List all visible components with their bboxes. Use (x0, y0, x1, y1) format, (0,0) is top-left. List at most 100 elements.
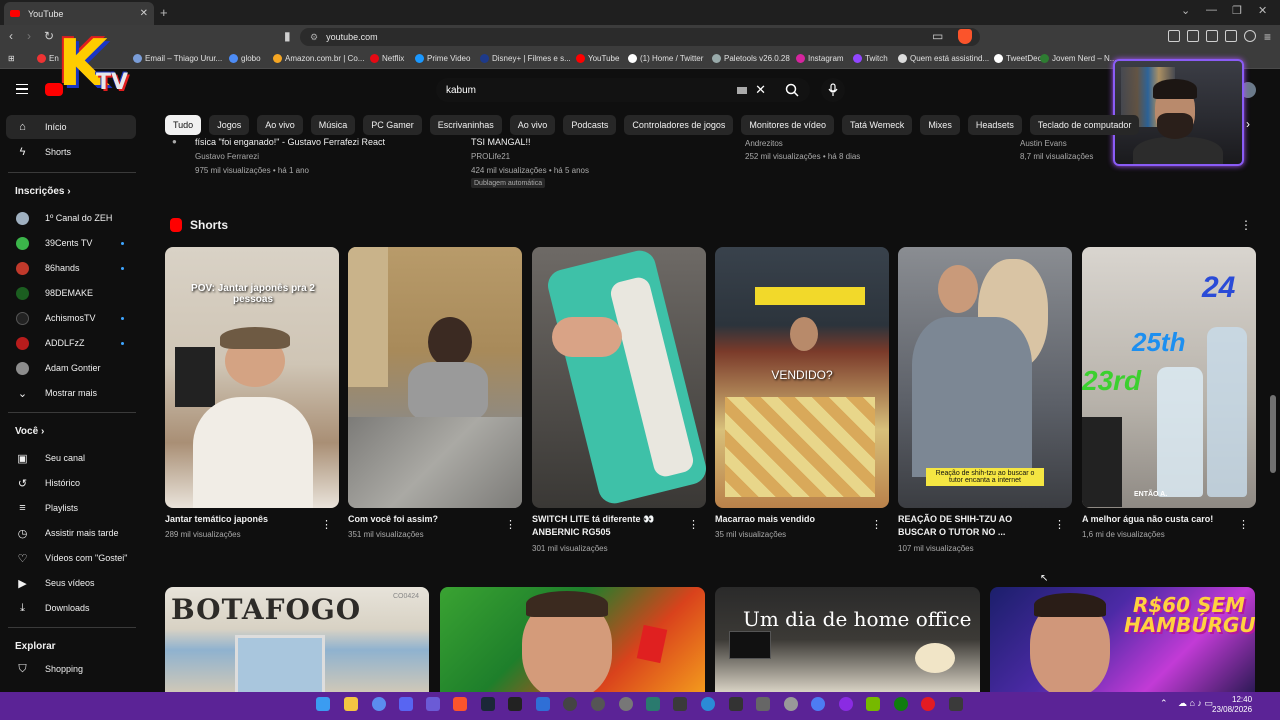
brave-shield-icon[interactable] (958, 29, 972, 44)
voice-search-button[interactable] (821, 78, 845, 102)
app-icon[interactable] (536, 697, 550, 711)
obs-icon[interactable] (591, 697, 605, 711)
extension-icon[interactable] (1168, 30, 1180, 42)
short-more-icon[interactable]: ⋮ (1238, 518, 1249, 531)
chip-podcasts[interactable]: Podcasts (563, 115, 617, 135)
site-info-icon[interactable]: ⚙ (310, 32, 318, 43)
channel-avatar[interactable]: ● (172, 137, 177, 146)
channel-name[interactable]: Austin Evans (1020, 139, 1067, 148)
sidebar-sub-98demake[interactable]: 98DEMAKE (6, 281, 136, 305)
tray-chevron-icon[interactable]: ⌃ (1160, 698, 1168, 709)
sidebar-item-inicio[interactable]: ⌂ Início (6, 115, 136, 139)
chip-controladores[interactable]: Controladores de jogos (624, 115, 734, 135)
channel-name[interactable]: Andrezitos (745, 139, 783, 148)
short-card[interactable]: 24 25th 23rd ENTÃO A. (1082, 247, 1256, 508)
short-title[interactable]: A melhor água não custa caro! (1082, 513, 1232, 526)
video-title[interactable]: TSI MANGAL!! (471, 137, 531, 147)
epic-games-icon[interactable] (508, 697, 522, 711)
sidebar-item-historico[interactable]: ↺ Histórico (6, 471, 136, 495)
sidebar-sub-39cents[interactable]: 39Cents TV (6, 231, 136, 255)
short-more-icon[interactable]: ⋮ (871, 518, 882, 531)
bookmark-icon[interactable]: ▮ (284, 29, 291, 43)
bookmark-globo[interactable]: globo (229, 54, 261, 63)
video-title[interactable]: física "foi enganado!" - Gustavo Ferrafe… (195, 137, 385, 147)
sidebar-icon[interactable] (1187, 30, 1199, 42)
bookmark-gmail[interactable]: En (37, 54, 59, 63)
short-more-icon[interactable]: ⋮ (688, 518, 699, 531)
bookmark-twitter[interactable]: (1) Home / Twitter (628, 54, 703, 63)
taskbar-clock[interactable]: 12:40 23/08/2026 (1212, 695, 1252, 715)
sidebar-sub-zeh[interactable]: 1º Canal do ZEH (6, 206, 136, 230)
reload-icon[interactable]: ↻ (44, 29, 54, 43)
bookmark-instagram[interactable]: Instagram (796, 54, 844, 63)
sidebar-show-more[interactable]: ⌄ Mostrar mais (6, 381, 136, 405)
bookmark-tweetdeck[interactable]: TweetDeck (994, 54, 1046, 63)
nvidia-icon[interactable] (866, 697, 880, 711)
bookmark-twitch[interactable]: Twitch (853, 54, 888, 63)
short-title[interactable]: Jantar temático japonês (165, 513, 315, 526)
tray-icons[interactable]: ☁ ⌂ ♪ ▭ (1178, 698, 1213, 709)
omnibox[interactable]: ⚙ youtube.com (300, 28, 980, 46)
bookmark-netflix-profile[interactable]: Quem está assistind... (898, 54, 989, 63)
sidebar-item-videos-gostei[interactable]: ♡ Vídeos com "Gostei" (6, 546, 136, 570)
chip-pc-gamer[interactable]: PC Gamer (363, 115, 422, 135)
app-icon[interactable] (949, 697, 963, 711)
sidebar-sub-adam-gontier[interactable]: Adam Gontier (6, 356, 136, 380)
chevron-right-icon[interactable]: › (1246, 117, 1250, 131)
short-title[interactable]: Com você foi assim? (348, 513, 498, 526)
video-thumbnail[interactable] (440, 587, 705, 692)
short-card[interactable]: VENDIDO? (715, 247, 889, 508)
short-card[interactable] (348, 247, 522, 508)
short-title[interactable]: SWITCH LITE tá diferente 👀 ANBERNIC RG50… (532, 513, 682, 539)
short-card[interactable] (532, 247, 706, 508)
chip-monitores[interactable]: Monitores de vídeo (741, 115, 834, 135)
back-icon[interactable]: ‹ (9, 29, 13, 43)
browser-menu-icon[interactable]: ≡ (1264, 30, 1271, 44)
guide-menu-icon[interactable] (16, 84, 28, 94)
app-icon[interactable] (563, 697, 577, 711)
bookmark-netflix[interactable]: Netflix (370, 54, 404, 63)
wallet-icon[interactable] (1206, 30, 1218, 42)
sidebar-item-assistir-mais-tarde[interactable]: ◷ Assistir mais tarde (6, 521, 136, 545)
sidebar-sub-achismostv[interactable]: AchismosTV (6, 306, 136, 330)
file-explorer-icon[interactable] (344, 697, 358, 711)
page-scrollbar[interactable] (1270, 395, 1276, 473)
tab-search-icon[interactable]: ⌄ (1181, 4, 1190, 17)
extensions-puzzle-icon[interactable] (1225, 30, 1237, 42)
apps-icon[interactable]: ⊞ (8, 54, 15, 63)
app-icon[interactable] (701, 697, 715, 711)
chip-tata-wemeck[interactable]: Tatá Wemeck (841, 115, 913, 135)
steam-icon[interactable] (481, 697, 495, 711)
shelf-more-icon[interactable]: ⋮ (1240, 218, 1252, 232)
tab-youtube[interactable]: YouTube ✕ (4, 2, 154, 25)
app-icon[interactable] (673, 697, 687, 711)
chip-headsets[interactable]: Headsets (967, 115, 1022, 135)
sidebar-item-downloads[interactable]: ⤓ Downloads (6, 596, 136, 620)
chip-mixes[interactable]: Mixes (920, 115, 960, 135)
sidebar-item-playlists[interactable]: ≡ Playlists (6, 496, 136, 520)
cast-icon[interactable]: ▭ (932, 29, 943, 43)
short-more-icon[interactable]: ⋮ (505, 518, 516, 531)
brave-browser-icon[interactable] (453, 697, 467, 711)
chip-jogos[interactable]: Jogos (209, 115, 250, 135)
search-box[interactable]: kabum ✕ (436, 78, 774, 102)
bookmark-amazon[interactable]: Amazon.com.br | Co... (273, 54, 364, 63)
new-tab-icon[interactable]: + (160, 5, 168, 20)
app-icon[interactable] (372, 697, 386, 711)
app-icon[interactable] (784, 697, 798, 711)
close-window-icon[interactable]: ✕ (1258, 4, 1267, 17)
sidebar-sub-86hands[interactable]: 86hands (6, 256, 136, 280)
search-input[interactable]: kabum (446, 85, 737, 96)
forward-icon[interactable]: › (27, 29, 31, 43)
short-more-icon[interactable]: ⋮ (321, 518, 332, 531)
app-icon[interactable] (756, 697, 770, 711)
vpn-icon[interactable] (1244, 30, 1256, 42)
chip-ao-vivo[interactable]: Ao vivo (257, 115, 303, 135)
close-tab-icon[interactable]: ✕ (140, 8, 148, 19)
app-icon[interactable] (839, 697, 853, 711)
chip-teclado[interactable]: Teclado de computador (1029, 115, 1140, 135)
channel-name[interactable]: PROLife21 (471, 152, 510, 161)
bookmark-disney[interactable]: Disney+ | Filmes e s... (480, 54, 571, 63)
sidebar-sub-addlfzz[interactable]: ADDLFzZ (6, 331, 136, 355)
bookmark-email[interactable]: Email – Thiago Urur... (133, 54, 222, 63)
